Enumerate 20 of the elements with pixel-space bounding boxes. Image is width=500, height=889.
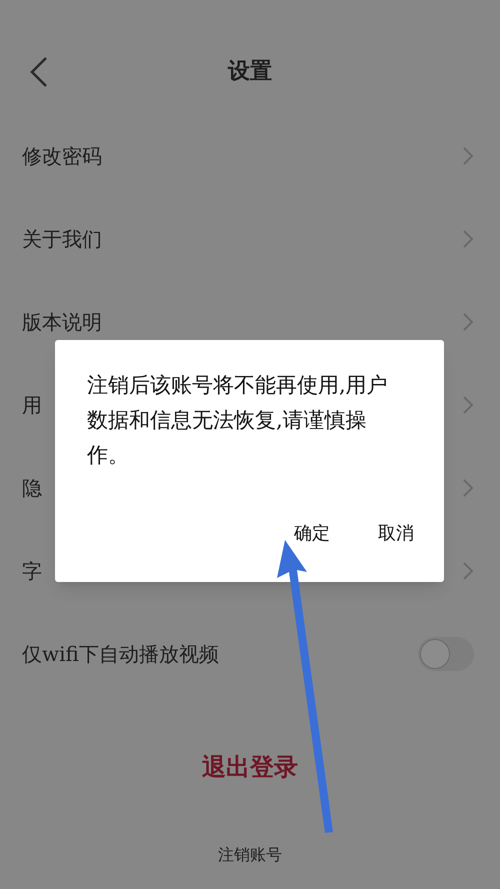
setting-label: 用 bbox=[22, 392, 42, 418]
chevron-icon[interactable] bbox=[462, 478, 474, 498]
delete-account-button[interactable]: 注销账号 bbox=[218, 843, 282, 867]
setting-label: 字 bbox=[22, 558, 42, 584]
setting-label: 修改密码 bbox=[22, 142, 102, 170]
chevron-icon[interactable] bbox=[462, 228, 474, 248]
back-icon[interactable] bbox=[28, 56, 50, 88]
dialog-message: 注销后该账号将不能再使用,用户数据和信息无法恢复,请谨慎操作。 bbox=[87, 372, 389, 469]
chevron-icon[interactable] bbox=[462, 560, 474, 580]
chevron-icon[interactable] bbox=[462, 312, 474, 332]
chevron-icon[interactable] bbox=[462, 146, 474, 166]
setting-label: 版本说明 bbox=[22, 308, 102, 336]
setting-label: 关于我们 bbox=[22, 226, 102, 252]
chevron-icon[interactable] bbox=[462, 394, 474, 414]
dialog-button[interactable]: 取消 bbox=[378, 520, 414, 547]
page-title: 设置 bbox=[228, 58, 272, 86]
dialog-button[interactable]: 确定 bbox=[294, 520, 330, 547]
setting-label: 隐 bbox=[22, 474, 42, 502]
toggle-switch[interactable] bbox=[418, 636, 474, 670]
setting-label: 仅wifi下自动播放视频 bbox=[22, 640, 219, 668]
